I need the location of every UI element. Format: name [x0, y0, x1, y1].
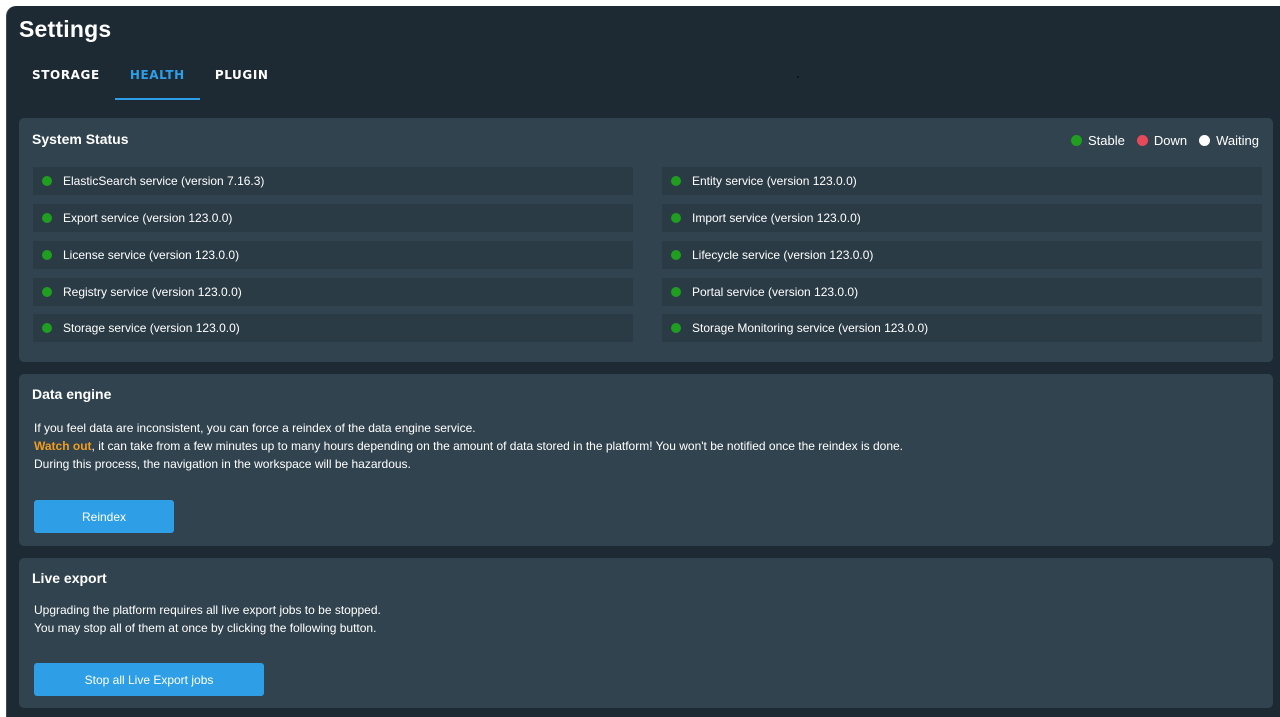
- legend-waiting: Waiting: [1199, 133, 1259, 148]
- stop-live-export-button[interactable]: Stop all Live Export jobs: [34, 663, 264, 696]
- page-title: Settings: [19, 16, 112, 42]
- service-row: Export service (version 123.0.0): [33, 204, 633, 232]
- live-export-line2: You may stop all of them at once by clic…: [34, 621, 377, 635]
- data-engine-title: Data engine: [32, 386, 112, 402]
- live-export-title: Live export: [32, 570, 107, 586]
- decorative-dot: [797, 76, 799, 78]
- service-label: Lifecycle service (version 123.0.0): [692, 248, 874, 262]
- service-row: Lifecycle service (version 123.0.0): [662, 241, 1262, 269]
- service-label: Entity service (version 123.0.0): [692, 174, 857, 188]
- data-engine-line1: If you feel data are inconsistent, you c…: [34, 421, 476, 435]
- tab-storage[interactable]: STORAGE: [17, 62, 115, 98]
- service-label: Storage service (version 123.0.0): [63, 321, 240, 335]
- service-row: Import service (version 123.0.0): [662, 204, 1262, 232]
- status-dot-icon: [671, 250, 681, 260]
- down-dot-icon: [1136, 135, 1148, 146]
- status-dot-icon: [671, 176, 681, 186]
- status-dot-icon: [671, 213, 681, 223]
- waiting-dot-icon: [1199, 135, 1211, 146]
- service-row: Entity service (version 123.0.0): [662, 167, 1262, 195]
- status-dot-icon: [42, 323, 52, 333]
- system-status-panel: System Status Stable Down Waiting Elasti…: [19, 118, 1273, 362]
- status-legend: Stable Down Waiting: [1059, 133, 1259, 148]
- service-label: Storage Monitoring service (version 123.…: [692, 321, 929, 335]
- status-dot-icon: [671, 287, 681, 297]
- status-dot-icon: [42, 176, 52, 186]
- service-row: Registry service (version 123.0.0): [33, 278, 633, 306]
- service-label: Portal service (version 123.0.0): [692, 285, 859, 299]
- service-label: Registry service (version 123.0.0): [63, 285, 242, 299]
- live-export-panel: Live export Upgrading the platform requi…: [19, 558, 1273, 708]
- data-engine-line2-text: , it can take from a few minutes up to m…: [91, 439, 904, 453]
- service-row: Portal service (version 123.0.0): [662, 278, 1262, 306]
- system-status-title: System Status: [32, 131, 129, 147]
- status-dot-icon: [42, 250, 52, 260]
- legend-stable: Stable: [1071, 133, 1125, 148]
- legend-waiting-label: Waiting: [1216, 133, 1259, 148]
- service-row: Storage service (version 123.0.0): [33, 314, 633, 342]
- reindex-button[interactable]: Reindex: [34, 500, 174, 533]
- status-dot-icon: [671, 323, 681, 333]
- legend-down-label: Down: [1153, 133, 1188, 148]
- tab-health[interactable]: HEALTH: [114, 62, 200, 100]
- watch-out-label: Watch out: [34, 439, 92, 453]
- live-export-line1: Upgrading the platform requires all live…: [34, 603, 381, 617]
- data-engine-line3: During this process, the navigation in t…: [34, 457, 411, 471]
- data-engine-panel: Data engine If you feel data are inconsi…: [19, 374, 1273, 546]
- tab-plugin[interactable]: PLUGIN: [200, 62, 284, 98]
- service-row: ElasticSearch service (version 7.16.3): [33, 167, 633, 195]
- service-label: Export service (version 123.0.0): [63, 211, 233, 225]
- data-engine-text: If you feel data are inconsistent, you c…: [34, 419, 903, 473]
- stable-dot-icon: [1071, 135, 1082, 146]
- service-row: Storage Monitoring service (version 123.…: [662, 314, 1262, 342]
- tab-bar: STORAGE HEALTH PLUGIN: [17, 62, 284, 100]
- live-export-text: Upgrading the platform requires all live…: [34, 601, 381, 637]
- settings-window: Settings STORAGE HEALTH PLUGIN System St…: [6, 6, 1280, 717]
- service-label: Import service (version 123.0.0): [692, 211, 861, 225]
- status-dot-icon: [42, 213, 52, 223]
- legend-down: Down: [1136, 133, 1188, 148]
- service-row: License service (version 123.0.0): [33, 241, 633, 269]
- data-engine-line2: Watch out, it can take from a few minute…: [34, 437, 903, 455]
- legend-stable-label: Stable: [1088, 133, 1125, 148]
- service-label: License service (version 123.0.0): [63, 248, 240, 262]
- service-label: ElasticSearch service (version 7.16.3): [63, 174, 265, 188]
- status-dot-icon: [42, 287, 52, 297]
